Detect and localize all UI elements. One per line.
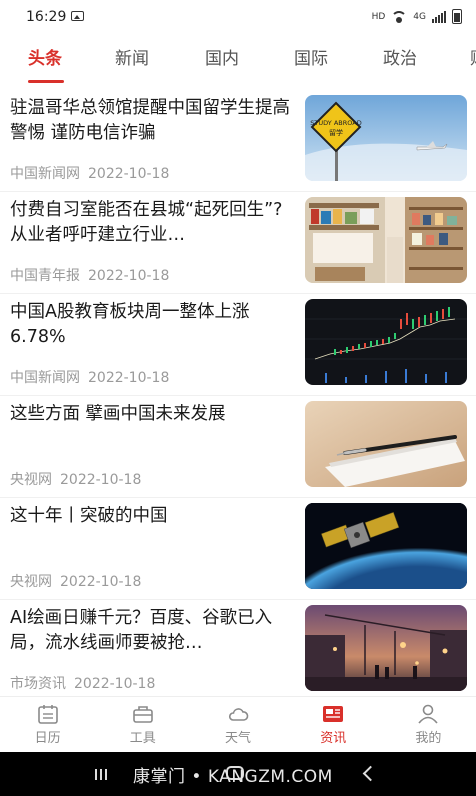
news-thumbnail [305,401,467,487]
sign-subtext: 留学 [329,128,343,137]
bottom-nav: 日历 工具 天气 资讯 我的 [0,696,476,753]
news-thumbnail [305,605,467,691]
user-icon [418,704,439,724]
news-source: 央视网 [10,472,52,488]
news-date: 2022-10-18 [88,268,170,284]
tab-headlines[interactable]: 头条 [28,44,62,69]
system-nav-bar: 康掌门 • KANGZM.COM [0,752,476,796]
news-source: 市场资讯 [10,676,66,692]
tab-domestic[interactable]: 国内 [205,44,239,69]
news-thumbnail: STUDY ABROAD 留学 [305,95,467,181]
tab-finance[interactable]: 财 [470,44,476,69]
news-meta: 中国新闻网 2022-10-18 [10,163,169,183]
news-thumbnail [305,503,467,589]
hd-label: HD [371,11,386,22]
news-date: 2022-10-18 [88,166,170,182]
back-button[interactable] [362,765,379,782]
news-meta: 央视网 2022-10-18 [10,469,141,489]
calendar-icon [37,705,58,724]
status-bar: 16:29 HD 4G [0,0,476,34]
tab-politics[interactable]: 政治 [383,44,417,69]
news-meta: 中国新闻网 2022-10-18 [10,367,169,387]
news-source: 央视网 [10,574,52,590]
news-source: 中国新闻网 [10,166,80,182]
battery-icon [452,9,462,24]
watermark-text: 康掌门 • KANGZM.COM [133,767,333,787]
news-item[interactable]: 驻温哥华总领馆提醒中国留学生提高警惕 谨防电信诈骗 中国新闻网 2022-10-1… [0,90,476,192]
news-item[interactable]: 这十年丨突破的中国 央视网 2022-10-18 [0,498,476,600]
news-title: 中国A股教育板块周一整体上涨6.78% [10,302,250,347]
news-title: AI绘画日赚千元？百度、谷歌已入局，流水线画师要被抢… [10,608,273,653]
news-list: 驻温哥华总领馆提醒中国留学生提高警惕 谨防电信诈骗 中国新闻网 2022-10-1… [0,90,476,702]
nav-label: 工具 [129,731,156,746]
news-date: 2022-10-18 [88,370,170,386]
nav-label: 天气 [225,731,252,746]
cloud-icon [228,708,249,721]
nav-label: 日历 [34,731,61,746]
news-thumbnail [305,299,467,385]
news-item[interactable]: 中国A股教育板块周一整体上涨6.78% 中国新闻网 2022-10-18 [0,294,476,396]
recent-apps-button[interactable] [95,769,107,780]
status-time: 16:29 [26,9,67,25]
wifi-icon [391,10,408,23]
nav-tools[interactable]: 工具 [95,697,190,753]
sign-text: STUDY ABROAD [310,119,361,127]
news-item[interactable]: 这些方面 擘画中国未来发展 央视网 2022-10-18 [0,396,476,498]
nav-weather[interactable]: 天气 [190,697,285,753]
toolbox-icon [132,706,153,723]
nav-profile[interactable]: 我的 [381,697,476,753]
news-meta: 中国青年报 2022-10-18 [10,265,169,285]
news-source: 中国新闻网 [10,370,80,386]
news-date: 2022-10-18 [60,472,142,488]
cell-label: 4G [413,11,426,22]
tab-international[interactable]: 国际 [294,44,328,69]
active-tab-indicator [28,80,64,83]
nav-calendar[interactable]: 日历 [0,697,95,753]
news-icon [323,706,344,722]
news-date: 2022-10-18 [74,676,156,692]
category-tabs: 头条 新闻 国内 国际 政治 财 [0,34,476,82]
news-title: 这些方面 擘画中国未来发展 [10,404,226,424]
tab-news[interactable]: 新闻 [115,44,149,69]
news-source: 中国青年报 [10,268,80,284]
news-item[interactable]: AI绘画日赚千元？百度、谷歌已入局，流水线画师要被抢… 市场资讯 2022-10-… [0,600,476,702]
status-indicators: HD 4G [372,9,462,24]
nav-label: 我的 [415,731,442,746]
news-title: 驻温哥华总领馆提醒中国留学生提高警惕 谨防电信诈骗 [10,98,290,143]
news-title: 这十年丨突破的中国 [10,506,168,526]
news-meta: 市场资讯 2022-10-18 [10,673,155,693]
news-meta: 央视网 2022-10-18 [10,571,141,591]
image-notification-icon [71,11,84,21]
news-item[interactable]: 付费自习室能否在县城“起死回生”?从业者呼吁建立行业… 中国青年报 2022-10… [0,192,476,294]
news-title: 付费自习室能否在县城“起死回生”?从业者呼吁建立行业… [10,200,283,245]
nav-label: 资讯 [320,731,347,746]
news-date: 2022-10-18 [60,574,142,590]
signal-icon [432,10,446,23]
news-thumbnail [305,197,467,283]
nav-news[interactable]: 资讯 [286,697,381,753]
